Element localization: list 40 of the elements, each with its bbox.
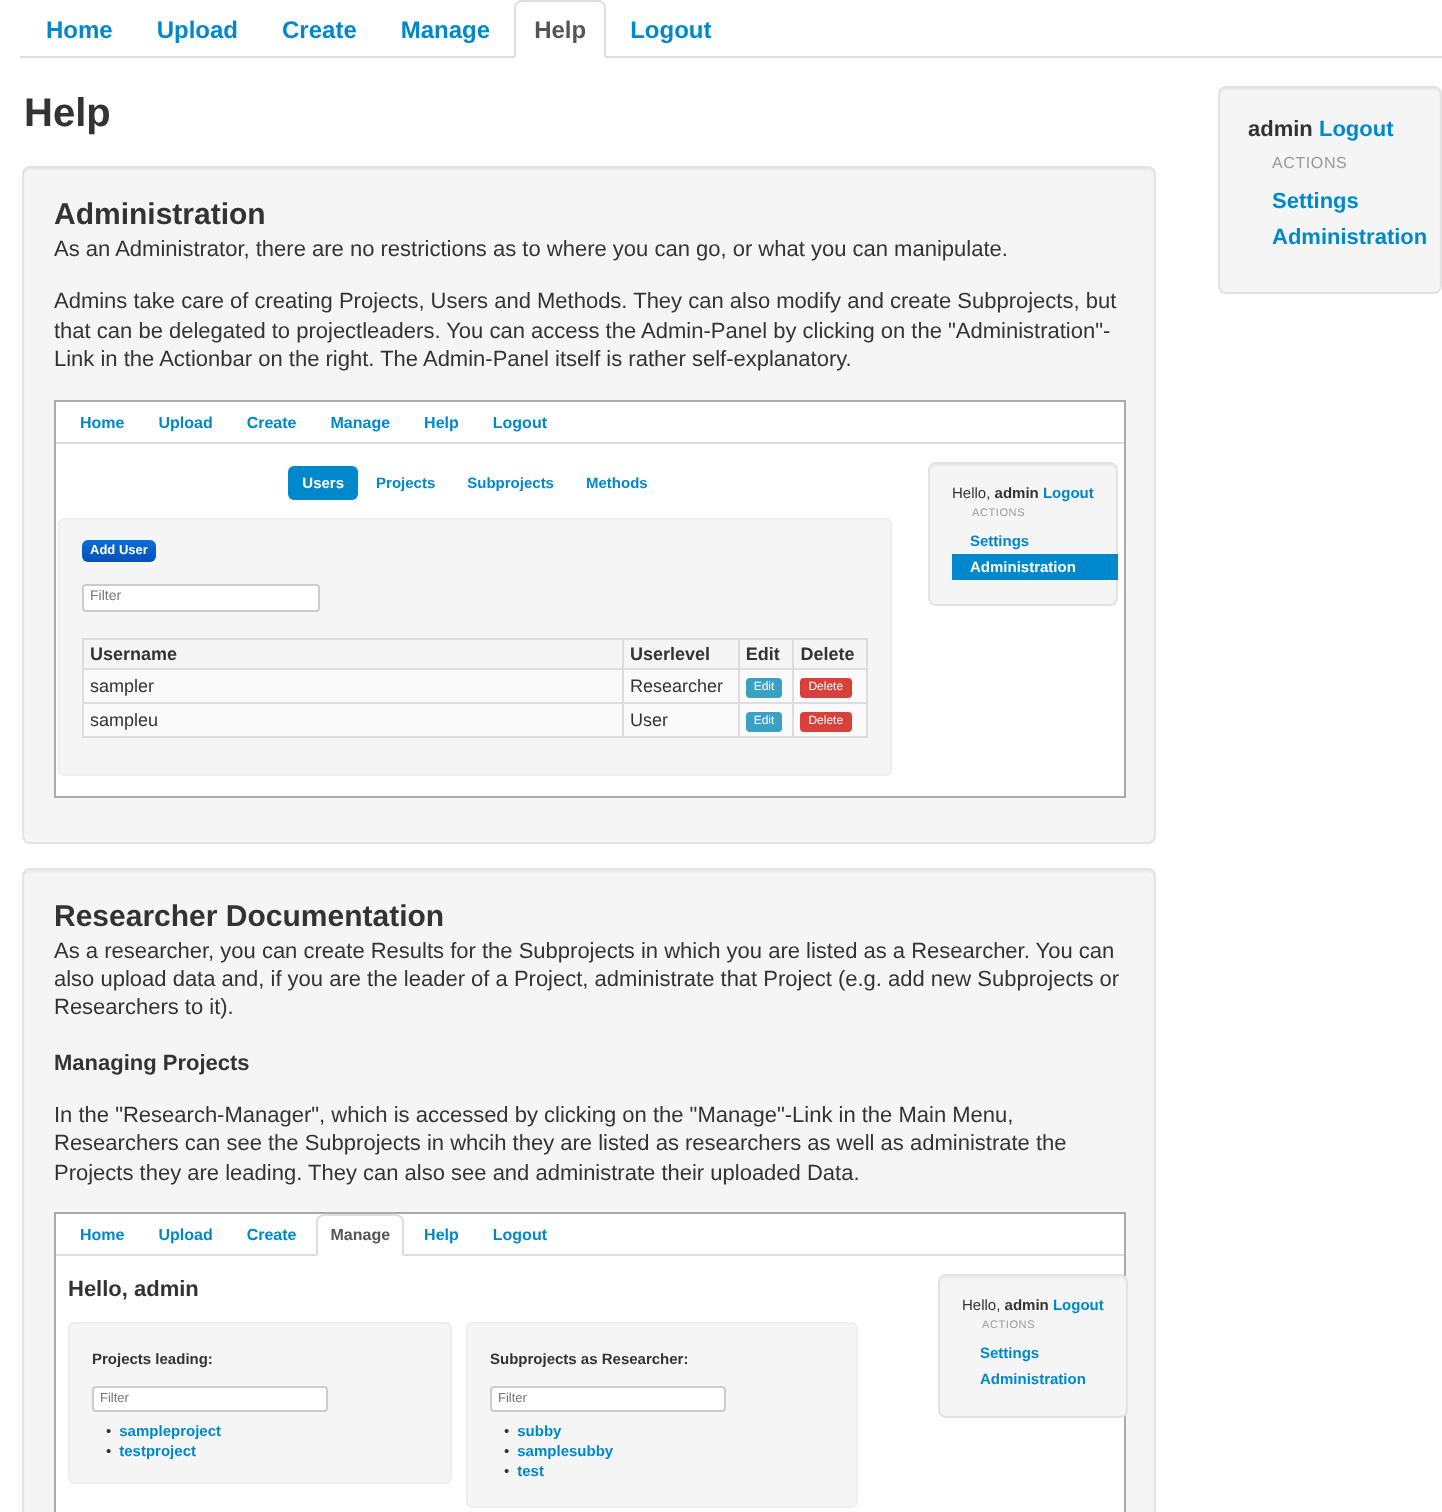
nav-tab[interactable]: Help bbox=[410, 1214, 473, 1257]
nav-tab[interactable]: Home bbox=[66, 1214, 139, 1257]
section-title: Administration bbox=[54, 198, 268, 232]
nav-tab[interactable]: Upload bbox=[136, 0, 259, 58]
sidebar-link[interactable]: Settings bbox=[1248, 184, 1440, 220]
page-heading: Hello, admin bbox=[68, 1278, 201, 1303]
nav-tab[interactable]: Create bbox=[232, 1214, 311, 1257]
logout-link[interactable]: Logout bbox=[1318, 118, 1394, 142]
page-title: Help bbox=[24, 92, 113, 138]
nav-tab[interactable]: Help bbox=[514, 0, 607, 58]
column-header: Edit bbox=[738, 638, 794, 669]
paragraph: Admins take care of creating Projects, Users and Methods. They can also modify and create Subprojects, but that can be delegated to projectleaders. You can access the Admin-Panel by clicking on the "Administration"-Link in the Actionbar on the right. The Admin-Panel itself is rather self-explanatory. bbox=[54, 288, 1119, 376]
table-cell: Researcher bbox=[623, 668, 739, 703]
nav-tab[interactable]: Manage bbox=[380, 0, 511, 58]
nav-tab[interactable]: Upload bbox=[144, 401, 227, 444]
nav-tab[interactable]: Logout bbox=[478, 401, 561, 444]
subheading: Managing Projects bbox=[54, 1051, 252, 1076]
nav-tab[interactable]: Help bbox=[410, 401, 473, 444]
nav-tab[interactable]: Create bbox=[262, 0, 377, 58]
nav-tab[interactable]: Upload bbox=[144, 1214, 227, 1257]
nav-tab[interactable]: Create bbox=[232, 401, 311, 444]
column-header: Username bbox=[83, 638, 623, 669]
nav-tab[interactable]: Manage bbox=[316, 1214, 405, 1257]
sidebar-link[interactable]: Administration bbox=[1248, 220, 1440, 256]
nav-tab[interactable]: Home bbox=[26, 0, 133, 58]
table-cell: sampleu bbox=[83, 702, 623, 737]
table-cell: User bbox=[623, 702, 739, 737]
nav-tab[interactable]: Home bbox=[66, 401, 139, 444]
nav-tab[interactable]: Logout bbox=[610, 0, 732, 58]
paragraph: In the "Research-Manager", which is accessed by clicking on the "Manage"-Link in the Main Menu, Researchers can see the Subprojects in whcih they are listed as researchers as well as administrate the Projects they are leading. They can also see and administrate their uploaded Data. bbox=[54, 1101, 1069, 1189]
section-title: Researcher Documentation bbox=[54, 899, 447, 934]
column-header: Delete bbox=[793, 638, 867, 669]
table-cell: sampler bbox=[83, 668, 623, 703]
actions-heading: ACTIONS bbox=[1272, 154, 1350, 172]
nav-tab[interactable]: Logout bbox=[478, 1214, 561, 1257]
paragraph: As an Administrator, there are no restrictions as to where you can go, or what you can manipulate. bbox=[54, 236, 1010, 265]
column-header: Userlevel bbox=[623, 638, 739, 669]
paragraph: As a researcher, you can create Results for the Subprojects in which you are listed as a Researcher. You can also upload data and, if you are the leader of a Project, administrate that Project (e.g. add new Subprojects or Researchers to it). bbox=[54, 937, 1122, 1024]
user-name: admin bbox=[1248, 118, 1313, 142]
nav-tab[interactable]: Manage bbox=[316, 401, 405, 444]
